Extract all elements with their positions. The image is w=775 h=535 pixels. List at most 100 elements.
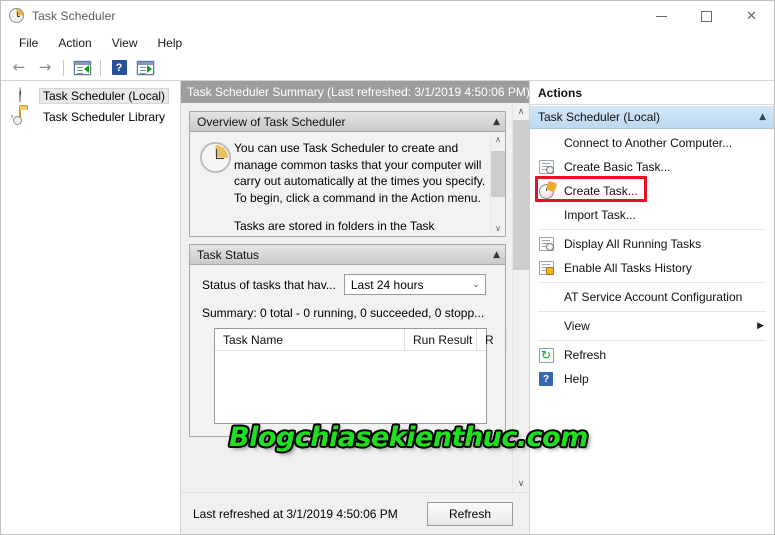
time-period-dropdown[interactable]: Last 24 hours ⌄ <box>343 274 486 295</box>
task-status-group: Task Status ▲ Status of tasks that hav..… <box>189 244 507 437</box>
chevron-down-icon: ⌄ <box>472 279 480 290</box>
overview-text: You can use Task Scheduler to create and… <box>234 140 505 236</box>
close-icon: ✕ <box>746 8 757 24</box>
task-status-table: Task Name Run Result R <box>214 328 507 424</box>
action-label: Create Task... <box>564 184 638 198</box>
table-body <box>215 351 486 423</box>
actions-section-label: Task Scheduler (Local) <box>538 110 661 124</box>
action-view[interactable]: View ▶ <box>530 314 774 338</box>
column-header-task-name[interactable]: Task Name <box>215 329 405 350</box>
tree-item-task-scheduler-local[interactable]: Task Scheduler (Local) <box>1 85 180 106</box>
scroll-up-icon[interactable]: ∧ <box>491 132 506 147</box>
scroll-up-icon[interactable]: ∧ <box>513 103 530 120</box>
display-running-tasks-icon <box>538 237 554 251</box>
minimize-button[interactable] <box>639 1 684 31</box>
action-label: Connect to Another Computer... <box>564 136 733 150</box>
overview-paragraph-2: Tasks are stored in folders in the Task <box>234 219 435 233</box>
actions-list: Connect to Another Computer... Create Ba… <box>530 129 774 391</box>
toolbar-separator <box>100 59 101 76</box>
actions-pane-title: Actions <box>530 81 774 105</box>
overview-title: Overview of Task Scheduler <box>197 114 346 129</box>
last-refreshed-label: Last refreshed at 3/1/2019 4:50:06 PM <box>193 506 398 521</box>
action-refresh[interactable]: ↻ Refresh <box>530 343 774 367</box>
menu-help[interactable]: Help <box>148 33 193 53</box>
show-action-pane-icon <box>136 60 154 75</box>
actions-divider <box>538 311 766 312</box>
back-arrow-icon: ← <box>12 58 26 76</box>
toolbar-separator <box>63 59 64 76</box>
action-create-task[interactable]: Create Task... <box>530 179 774 203</box>
toolbar: ← → ? <box>1 55 774 81</box>
action-label: View <box>564 319 590 333</box>
help-icon: ? <box>538 372 554 386</box>
submenu-arrow-icon: ▶ <box>757 321 764 331</box>
actions-divider <box>538 282 766 283</box>
action-help[interactable]: ? Help <box>530 367 774 391</box>
show-console-tree-button[interactable] <box>70 57 94 79</box>
window-title: Task Scheduler <box>32 9 116 23</box>
action-label: Refresh <box>564 348 607 362</box>
time-period-value: Last 24 hours <box>350 277 424 292</box>
overview-scroll-thumb[interactable] <box>490 151 505 197</box>
task-status-summary: Summary: 0 total - 0 running, 0 succeede… <box>202 306 485 320</box>
collapse-icon[interactable]: ▲ <box>493 117 500 127</box>
action-label: Display All Running Tasks <box>564 237 702 251</box>
back-button[interactable]: ← <box>7 57 31 79</box>
task-status-title: Task Status <box>197 247 260 262</box>
title-bar: Task Scheduler ✕ <box>1 1 774 31</box>
scroll-down-icon[interactable]: ∨ <box>491 221 506 236</box>
collapse-icon[interactable]: ▲ <box>759 112 766 122</box>
task-status-label: Status of tasks that hav... <box>202 277 336 292</box>
task-status-group-header[interactable]: Task Status ▲ <box>190 245 505 265</box>
actions-divider <box>538 340 766 341</box>
close-button[interactable]: ✕ <box>729 1 774 31</box>
create-basic-task-icon <box>538 160 554 174</box>
column-header-run-result[interactable]: Run Result <box>405 329 477 350</box>
overview-scroll-track[interactable] <box>490 147 505 221</box>
action-label: Create Basic Task... <box>564 160 671 174</box>
create-task-icon <box>538 180 557 199</box>
help-button[interactable]: ? <box>107 57 131 79</box>
action-label: Help <box>564 372 589 386</box>
scroll-down-icon[interactable]: ∨ <box>513 475 530 492</box>
overview-group-header[interactable]: Overview of Task Scheduler ▲ <box>190 112 505 132</box>
collapse-icon[interactable]: ▲ <box>493 250 500 260</box>
clock-icon <box>19 86 35 104</box>
refresh-button[interactable]: Refresh <box>427 501 513 526</box>
main-body: Task Scheduler (Local) › Task Scheduler … <box>1 81 774 534</box>
summary-scroll-thumb[interactable] <box>512 120 530 270</box>
action-at-service-account-configuration[interactable]: AT Service Account Configuration <box>530 285 774 309</box>
action-import-task[interactable]: Import Task... <box>530 203 774 227</box>
help-icon: ? <box>111 60 127 75</box>
actions-section-header[interactable]: Task Scheduler (Local) ▲ <box>530 105 774 129</box>
watermark: Blogchiasekienthuc.com <box>229 422 588 453</box>
summary-pane: Task Scheduler Summary (Last refreshed: … <box>181 81 530 534</box>
window-controls: ✕ <box>639 1 774 31</box>
forward-arrow-icon: → <box>38 58 52 76</box>
action-label: Enable All Tasks History <box>564 261 692 275</box>
maximize-icon <box>701 10 712 22</box>
show-console-tree-icon <box>73 60 91 75</box>
task-scheduler-window: Task Scheduler ✕ File Action View Help ←… <box>0 0 775 535</box>
menu-view[interactable]: View <box>102 33 148 53</box>
task-status-body: Status of tasks that hav... Last 24 hour… <box>190 265 507 436</box>
action-create-basic-task[interactable]: Create Basic Task... <box>530 155 774 179</box>
tree-item-task-scheduler-library[interactable]: › Task Scheduler Library <box>1 106 180 127</box>
clock-icon <box>200 140 234 236</box>
menu-action[interactable]: Action <box>48 33 101 53</box>
forward-button[interactable]: → <box>33 57 57 79</box>
task-status-filter-row: Status of tasks that hav... Last 24 hour… <box>202 274 495 295</box>
show-action-pane-button[interactable] <box>133 57 157 79</box>
tree-item-label: Task Scheduler Library <box>43 109 166 124</box>
overview-scrollbar[interactable]: ∧ ∨ <box>490 132 505 236</box>
action-label: AT Service Account Configuration <box>564 290 743 304</box>
column-header-run-start[interactable]: R <box>477 329 507 350</box>
action-enable-all-tasks-history[interactable]: Enable All Tasks History <box>530 256 774 280</box>
menu-file[interactable]: File <box>9 33 48 53</box>
clock-icon <box>9 8 25 24</box>
action-connect-to-another-computer[interactable]: Connect to Another Computer... <box>530 131 774 155</box>
overview-group: Overview of Task Scheduler ▲ You can use… <box>189 111 506 237</box>
action-display-all-running-tasks[interactable]: Display All Running Tasks <box>530 232 774 256</box>
enable-tasks-history-icon <box>538 261 554 275</box>
maximize-button[interactable] <box>684 1 729 31</box>
